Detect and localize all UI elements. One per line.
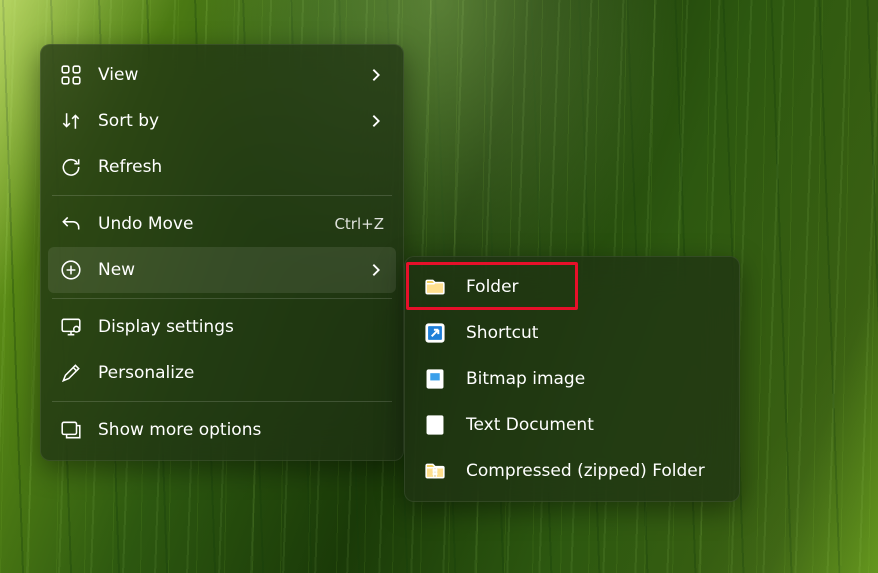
- submenu-item-shortcut[interactable]: Shortcut: [412, 310, 732, 356]
- menu-item-label: Refresh: [98, 157, 384, 177]
- submenu-item-folder[interactable]: Folder: [412, 264, 732, 310]
- chevron-right-icon: [368, 262, 384, 278]
- menu-separator: [52, 298, 392, 299]
- menu-item-label: Show more options: [98, 420, 384, 440]
- chevron-right-icon: [368, 67, 384, 83]
- undo-icon: [60, 213, 82, 235]
- text-document-icon: [424, 414, 446, 436]
- menu-separator: [52, 195, 392, 196]
- submenu-item-label: Compressed (zipped) Folder: [466, 461, 720, 481]
- menu-item-refresh[interactable]: Refresh: [48, 144, 396, 190]
- menu-item-shortcut: Ctrl+Z: [334, 215, 384, 233]
- new-submenu: Folder Shortcut Bitmap image Text Docume…: [404, 256, 740, 502]
- menu-item-label: New: [98, 260, 368, 280]
- menu-item-view[interactable]: View: [48, 52, 396, 98]
- menu-item-display-settings[interactable]: Display settings: [48, 304, 396, 350]
- menu-item-undo-move[interactable]: Undo Move Ctrl+Z: [48, 201, 396, 247]
- submenu-item-label: Folder: [466, 277, 720, 297]
- folder-icon: [424, 276, 446, 298]
- shortcut-icon: [424, 322, 446, 344]
- menu-item-sort-by[interactable]: Sort by: [48, 98, 396, 144]
- menu-separator: [52, 401, 392, 402]
- menu-item-label: Undo Move: [98, 214, 322, 234]
- sort-icon: [60, 110, 82, 132]
- submenu-item-label: Text Document: [466, 415, 720, 435]
- new-icon: [60, 259, 82, 281]
- menu-item-show-more-options[interactable]: Show more options: [48, 407, 396, 453]
- more-options-icon: [60, 419, 82, 441]
- menu-item-label: View: [98, 65, 368, 85]
- menu-item-label: Display settings: [98, 317, 384, 337]
- zip-folder-icon: [424, 460, 446, 482]
- menu-item-label: Personalize: [98, 363, 384, 383]
- submenu-item-bitmap[interactable]: Bitmap image: [412, 356, 732, 402]
- personalize-icon: [60, 362, 82, 384]
- submenu-item-label: Bitmap image: [466, 369, 720, 389]
- desktop-context-menu: View Sort by Refresh Undo Move Ctrl+Z Ne…: [40, 44, 404, 461]
- bitmap-icon: [424, 368, 446, 390]
- submenu-item-text-document[interactable]: Text Document: [412, 402, 732, 448]
- submenu-item-label: Shortcut: [466, 323, 720, 343]
- refresh-icon: [60, 156, 82, 178]
- menu-item-new[interactable]: New: [48, 247, 396, 293]
- menu-item-label: Sort by: [98, 111, 368, 131]
- grid-icon: [60, 64, 82, 86]
- display-settings-icon: [60, 316, 82, 338]
- submenu-item-compressed-folder[interactable]: Compressed (zipped) Folder: [412, 448, 732, 494]
- chevron-right-icon: [368, 113, 384, 129]
- menu-item-personalize[interactable]: Personalize: [48, 350, 396, 396]
